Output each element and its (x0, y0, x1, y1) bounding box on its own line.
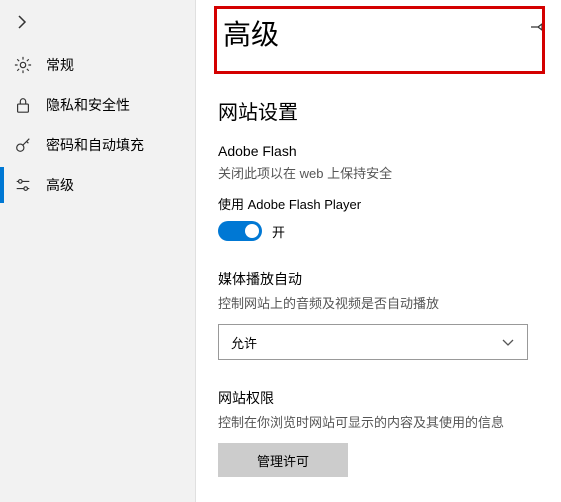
autoplay-select[interactable]: 允许 (218, 324, 528, 360)
select-value: 允许 (231, 333, 257, 352)
sidebar-item-general[interactable]: 常规 (0, 45, 195, 85)
lock-icon (14, 96, 32, 114)
setting-subtitle: 使用 Adobe Flash Player (218, 194, 539, 213)
chevron-down-icon (501, 335, 515, 349)
sidebar-item-label: 密码和自动填充 (46, 135, 144, 155)
sidebar-item-advanced[interactable]: 高级 (0, 165, 195, 205)
chevron-right-icon (14, 14, 30, 30)
section-header-site-settings: 网站设置 (218, 96, 539, 125)
sidebar-item-privacy[interactable]: 隐私和安全性 (0, 85, 195, 125)
key-icon (14, 136, 32, 154)
sidebar-item-label: 隐私和安全性 (46, 95, 130, 115)
setting-title: 网站权限 (218, 388, 539, 408)
main-content: 高级 网站设置 Adobe Flash 关闭此项以在 web 上保持安全 使用 … (196, 0, 561, 502)
sliders-icon (14, 176, 32, 194)
setting-description: 控制在你浏览时网站可显示的内容及其使用的信息 (218, 412, 539, 431)
gear-icon (14, 56, 32, 74)
sidebar-item-label: 高级 (46, 175, 74, 195)
manage-permissions-button[interactable]: 管理许可 (218, 443, 348, 477)
sidebar-item-passwords[interactable]: 密码和自动填充 (0, 125, 195, 165)
setting-permissions: 网站权限 控制在你浏览时网站可显示的内容及其使用的信息 管理许可 (218, 388, 539, 477)
setting-title: Adobe Flash (218, 143, 539, 159)
setting-description: 关闭此项以在 web 上保持安全 (218, 163, 539, 182)
setting-description: 控制网站上的音频及视频是否自动播放 (218, 293, 539, 312)
sidebar-item-label: 常规 (46, 55, 74, 75)
sidebar: 常规 隐私和安全性 密码和自动填充 高级 (0, 0, 196, 502)
flash-toggle[interactable] (218, 221, 262, 241)
setting-autoplay: 媒体播放自动 控制网站上的音频及视频是否自动播放 允许 (218, 269, 539, 360)
title-highlight-box: 高级 (214, 6, 545, 74)
setting-title: 媒体播放自动 (218, 269, 539, 289)
sidebar-nav-back[interactable] (0, 8, 195, 45)
toggle-state-label: 开 (272, 222, 285, 241)
setting-flash: Adobe Flash 关闭此项以在 web 上保持安全 使用 Adobe Fl… (218, 143, 539, 241)
page-title: 高级 (223, 13, 536, 53)
